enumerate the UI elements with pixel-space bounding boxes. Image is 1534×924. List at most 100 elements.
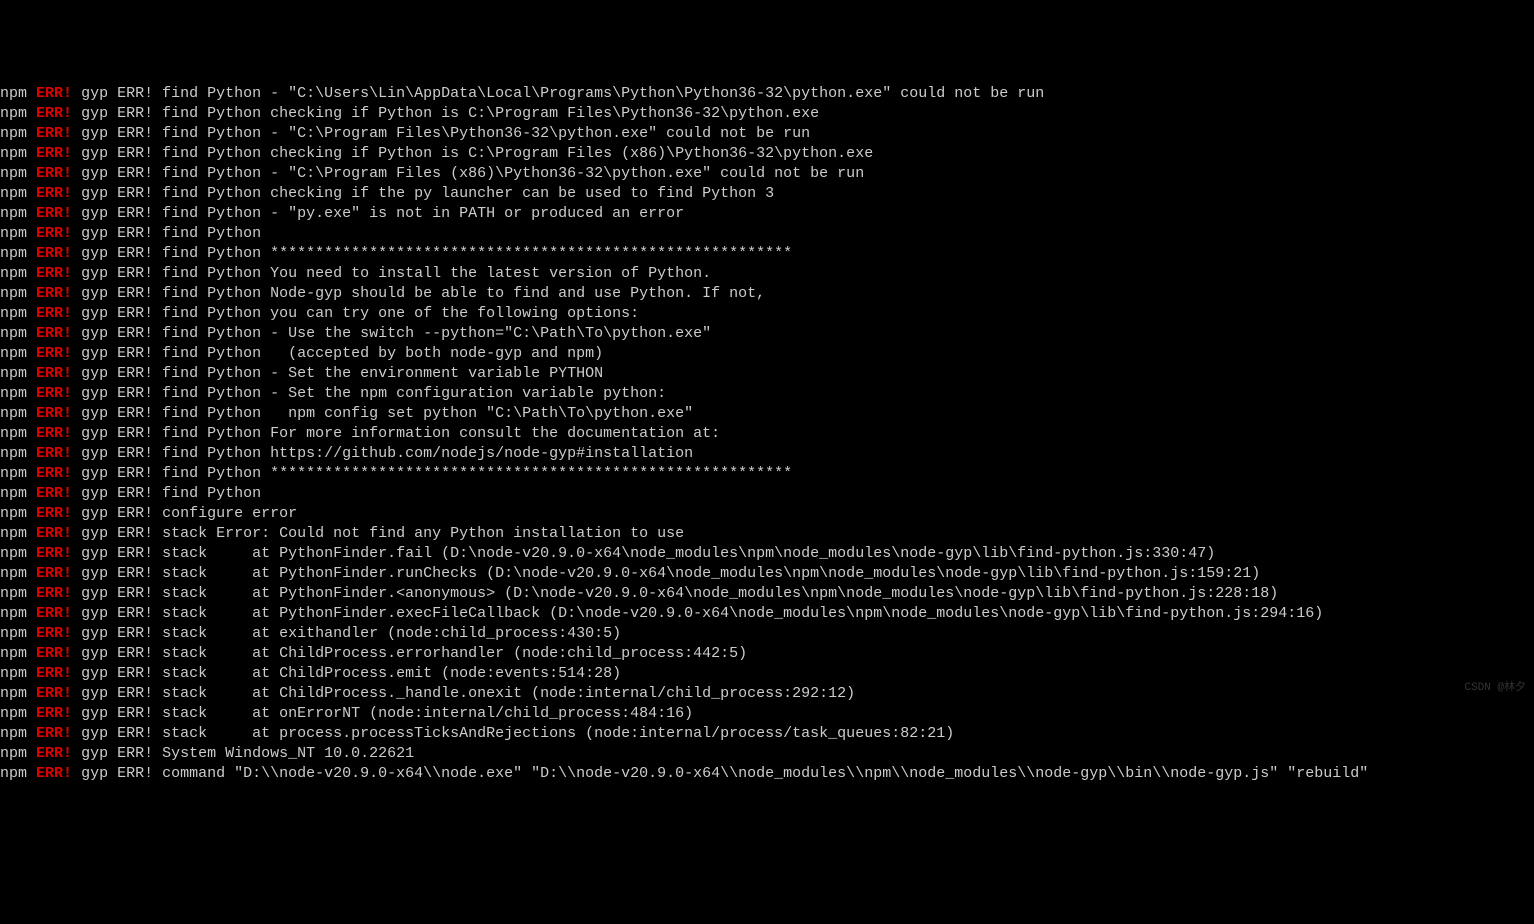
- terminal-line: npm ERR! gyp ERR! find Python: [0, 224, 1534, 244]
- log-text: gyp ERR! find Python - Use the switch --…: [81, 325, 711, 342]
- npm-prefix: npm: [0, 625, 27, 642]
- terminal-line: npm ERR! gyp ERR! find Python (accepted …: [0, 344, 1534, 364]
- log-text: gyp ERR! find Python Node-gyp should be …: [81, 285, 765, 302]
- terminal-line: npm ERR! gyp ERR! configure error: [0, 504, 1534, 524]
- err-tag: ERR!: [36, 425, 72, 442]
- log-text: gyp ERR! find Python: [81, 225, 261, 242]
- err-tag: ERR!: [36, 565, 72, 582]
- npm-prefix: npm: [0, 105, 27, 122]
- npm-prefix: npm: [0, 485, 27, 502]
- err-tag: ERR!: [36, 285, 72, 302]
- log-text: gyp ERR! System Windows_NT 10.0.22621: [81, 745, 414, 762]
- log-text: gyp ERR! find Python - "C:\Program Files…: [81, 125, 810, 142]
- terminal-line: npm ERR! gyp ERR! find Python checking i…: [0, 184, 1534, 204]
- log-text: gyp ERR! stack Error: Could not find any…: [81, 525, 684, 542]
- log-text: gyp ERR! stack at process.processTicksAn…: [81, 725, 954, 742]
- err-tag: ERR!: [36, 585, 72, 602]
- err-tag: ERR!: [36, 445, 72, 462]
- log-text: gyp ERR! stack at PythonFinder.fail (D:\…: [81, 545, 1215, 562]
- terminal-line: npm ERR! gyp ERR! find Python checking i…: [0, 144, 1534, 164]
- terminal-line: npm ERR! gyp ERR! stack at exithandler (…: [0, 624, 1534, 644]
- log-text: gyp ERR! find Python - Set the environme…: [81, 365, 603, 382]
- log-text: gyp ERR! stack at ChildProcess.errorhand…: [81, 645, 747, 662]
- terminal-line: npm ERR! gyp ERR! stack at PythonFinder.…: [0, 604, 1534, 624]
- log-text: gyp ERR! find Python (accepted by both n…: [81, 345, 603, 362]
- log-text: gyp ERR! find Python npm config set pyth…: [81, 405, 693, 422]
- npm-prefix: npm: [0, 165, 27, 182]
- npm-prefix: npm: [0, 705, 27, 722]
- terminal-line: npm ERR! gyp ERR! stack Error: Could not…: [0, 524, 1534, 544]
- npm-prefix: npm: [0, 225, 27, 242]
- npm-prefix: npm: [0, 325, 27, 342]
- terminal-line: npm ERR! gyp ERR! find Python: [0, 484, 1534, 504]
- terminal-line: npm ERR! gyp ERR! find Python - "C:\User…: [0, 84, 1534, 104]
- npm-prefix: npm: [0, 685, 27, 702]
- log-text: gyp ERR! find Python https://github.com/…: [81, 445, 693, 462]
- log-text: gyp ERR! stack at ChildProcess._handle.o…: [81, 685, 855, 702]
- err-tag: ERR!: [36, 625, 72, 642]
- err-tag: ERR!: [36, 305, 72, 322]
- npm-prefix: npm: [0, 645, 27, 662]
- terminal-line: npm ERR! gyp ERR! stack at PythonFinder.…: [0, 564, 1534, 584]
- err-tag: ERR!: [36, 685, 72, 702]
- npm-prefix: npm: [0, 445, 27, 462]
- watermark-text: CSDN @林夕: [1464, 678, 1526, 698]
- err-tag: ERR!: [36, 265, 72, 282]
- terminal-output[interactable]: npm ERR! gyp ERR! find Python - "C:\User…: [0, 84, 1534, 784]
- err-tag: ERR!: [36, 705, 72, 722]
- terminal-line: npm ERR! gyp ERR! find Python - Use the …: [0, 324, 1534, 344]
- err-tag: ERR!: [36, 205, 72, 222]
- npm-prefix: npm: [0, 765, 27, 782]
- terminal-line: npm ERR! gyp ERR! stack at PythonFinder.…: [0, 584, 1534, 604]
- log-text: gyp ERR! configure error: [81, 505, 297, 522]
- err-tag: ERR!: [36, 145, 72, 162]
- log-text: gyp ERR! stack at onErrorNT (node:intern…: [81, 705, 693, 722]
- terminal-line: npm ERR! gyp ERR! stack at ChildProcess.…: [0, 644, 1534, 664]
- err-tag: ERR!: [36, 165, 72, 182]
- terminal-line: npm ERR! gyp ERR! find Python https://gi…: [0, 444, 1534, 464]
- err-tag: ERR!: [36, 245, 72, 262]
- npm-prefix: npm: [0, 505, 27, 522]
- log-text: gyp ERR! stack at PythonFinder.execFileC…: [81, 605, 1323, 622]
- err-tag: ERR!: [36, 765, 72, 782]
- err-tag: ERR!: [36, 85, 72, 102]
- err-tag: ERR!: [36, 365, 72, 382]
- log-text: gyp ERR! find Python - "C:\Users\Lin\App…: [81, 85, 1044, 102]
- log-text: gyp ERR! stack at exithandler (node:chil…: [81, 625, 621, 642]
- terminal-line: npm ERR! gyp ERR! find Python For more i…: [0, 424, 1534, 444]
- log-text: gyp ERR! find Python you can try one of …: [81, 305, 639, 322]
- npm-prefix: npm: [0, 565, 27, 582]
- npm-prefix: npm: [0, 405, 27, 422]
- terminal-line: npm ERR! gyp ERR! find Python - "C:\Prog…: [0, 124, 1534, 144]
- err-tag: ERR!: [36, 125, 72, 142]
- npm-prefix: npm: [0, 205, 27, 222]
- err-tag: ERR!: [36, 505, 72, 522]
- log-text: gyp ERR! find Python checking if the py …: [81, 185, 774, 202]
- terminal-line: npm ERR! gyp ERR! stack at PythonFinder.…: [0, 544, 1534, 564]
- npm-prefix: npm: [0, 265, 27, 282]
- npm-prefix: npm: [0, 725, 27, 742]
- err-tag: ERR!: [36, 745, 72, 762]
- err-tag: ERR!: [36, 485, 72, 502]
- npm-prefix: npm: [0, 285, 27, 302]
- npm-prefix: npm: [0, 745, 27, 762]
- terminal-line: npm ERR! gyp ERR! find Python - Set the …: [0, 364, 1534, 384]
- err-tag: ERR!: [36, 645, 72, 662]
- log-text: gyp ERR! stack at PythonFinder.runChecks…: [81, 565, 1260, 582]
- err-tag: ERR!: [36, 725, 72, 742]
- err-tag: ERR!: [36, 465, 72, 482]
- terminal-line: npm ERR! gyp ERR! command "D:\\node-v20.…: [0, 764, 1534, 784]
- err-tag: ERR!: [36, 545, 72, 562]
- npm-prefix: npm: [0, 185, 27, 202]
- log-text: gyp ERR! command "D:\\node-v20.9.0-x64\\…: [81, 765, 1368, 782]
- err-tag: ERR!: [36, 525, 72, 542]
- npm-prefix: npm: [0, 385, 27, 402]
- npm-prefix: npm: [0, 665, 27, 682]
- npm-prefix: npm: [0, 465, 27, 482]
- terminal-line: npm ERR! gyp ERR! find Python you can tr…: [0, 304, 1534, 324]
- terminal-line: npm ERR! gyp ERR! stack at onErrorNT (no…: [0, 704, 1534, 724]
- err-tag: ERR!: [36, 325, 72, 342]
- log-text: gyp ERR! find Python checking if Python …: [81, 105, 819, 122]
- log-text: gyp ERR! stack at PythonFinder.<anonymou…: [81, 585, 1278, 602]
- terminal-line: npm ERR! gyp ERR! find Python You need t…: [0, 264, 1534, 284]
